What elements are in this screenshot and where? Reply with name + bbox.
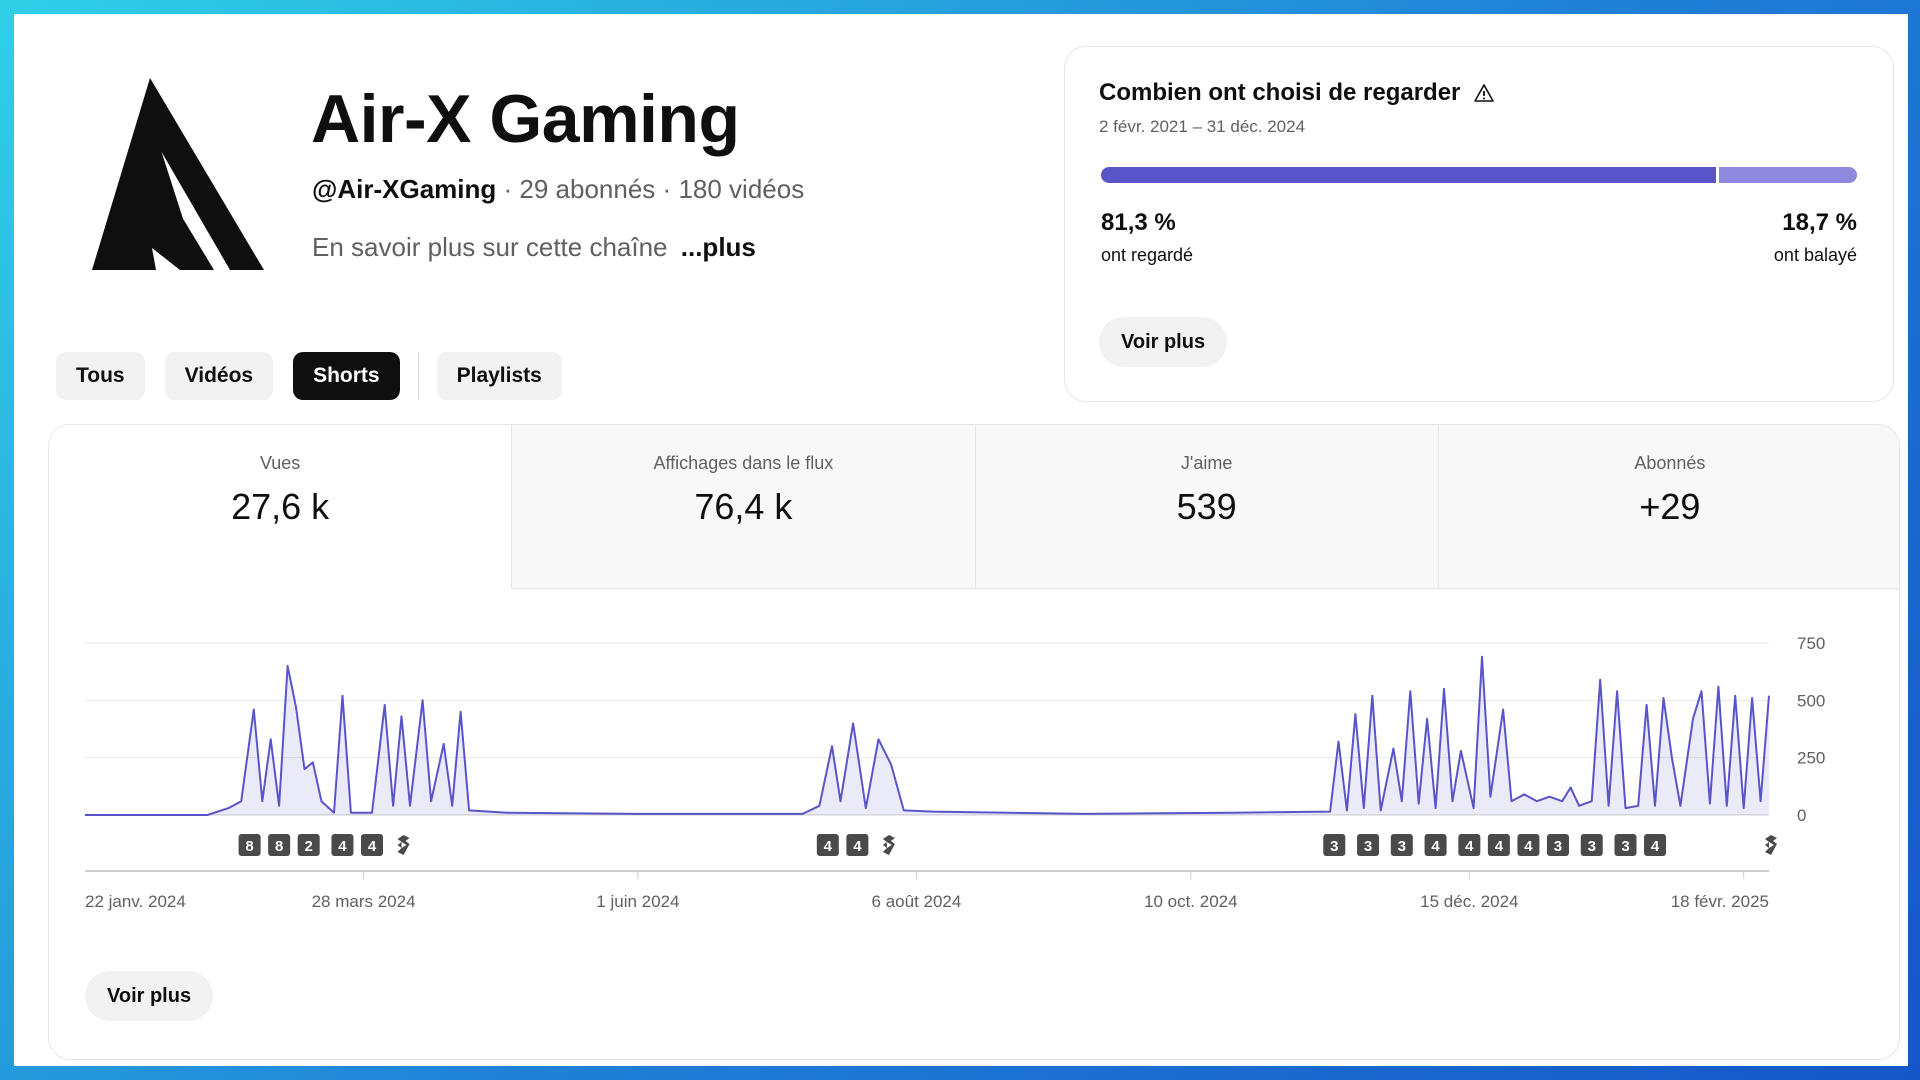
upload-count-label: 4 xyxy=(1524,838,1533,855)
chart-see-more-button[interactable]: Voir plus xyxy=(85,971,214,1021)
retention-title-row: Combien ont choisi de regarder xyxy=(1099,79,1495,107)
tab-divider xyxy=(417,352,419,400)
channel-about[interactable]: En savoir plus sur cette chaîne ...plus xyxy=(312,232,756,263)
x-tick-label: 1 juin 2024 xyxy=(596,892,679,911)
upload-count-label: 3 xyxy=(1398,838,1406,855)
x-tick-label: 6 août 2024 xyxy=(872,892,962,911)
x-tick-label: 18 févr. 2025 xyxy=(1671,892,1769,911)
tab-videos[interactable]: Vidéos xyxy=(164,352,274,400)
y-tick-label: 500 xyxy=(1797,691,1825,710)
shorts-icon xyxy=(882,835,895,855)
shorts-icon xyxy=(1765,835,1777,855)
upload-count-label: 4 xyxy=(338,838,347,855)
x-tick-label: 10 oct. 2024 xyxy=(1144,892,1238,911)
metric-value: +29 xyxy=(1639,486,1701,527)
metric-tabs: Vues 27,6 k Affichages dans le flux 76,4… xyxy=(49,425,1899,589)
upload-count-label: 4 xyxy=(824,838,833,855)
upload-count-label: 3 xyxy=(1554,838,1562,855)
x-tick-label: 28 mars 2024 xyxy=(312,892,416,911)
meta-separator: · xyxy=(503,174,513,204)
watched-bar xyxy=(1101,167,1716,183)
metric-value: 27,6 k xyxy=(231,486,330,527)
meta-separator: · xyxy=(662,174,672,204)
retention-title: Combien ont choisi de regarder xyxy=(1099,79,1461,106)
retention-see-more-button[interactable]: Voir plus xyxy=(1099,317,1228,367)
channel-handle[interactable]: @Air-XGaming xyxy=(312,174,496,204)
y-tick-label: 750 xyxy=(1797,634,1825,653)
upload-count-label: 3 xyxy=(1364,838,1372,855)
upload-count-label: 8 xyxy=(275,838,283,855)
metric-label: Vues xyxy=(259,453,301,473)
upload-count-label: 4 xyxy=(1465,838,1474,855)
about-text: En savoir plus sur cette chaîne xyxy=(312,232,668,262)
tab-shorts[interactable]: Shorts xyxy=(293,352,400,400)
upload-count-label: 3 xyxy=(1621,838,1629,855)
analytics-page: Air-X Gaming @Air-XGaming · 29 abonnés ·… xyxy=(14,14,1908,1066)
x-tick-label: 15 déc. 2024 xyxy=(1420,892,1518,911)
content-type-tabs: Tous Vidéos Shorts Playlists xyxy=(56,352,562,400)
x-tick-label: 22 janv. 2024 xyxy=(85,892,186,911)
retention-card: Combien ont choisi de regarder 2 févr. 2… xyxy=(1064,46,1894,402)
upload-count-label: 4 xyxy=(1431,838,1440,855)
retention-date-range: 2 févr. 2021 – 31 déc. 2024 xyxy=(1099,117,1306,136)
tab-all[interactable]: Tous xyxy=(56,352,145,400)
swiped-bar xyxy=(1718,167,1857,183)
watched-percent: 81,3 % xyxy=(1101,209,1176,236)
subscriber-count: 29 abonnés xyxy=(519,174,656,204)
shorts-icon xyxy=(397,835,410,855)
about-more-link[interactable]: ...plus xyxy=(681,232,756,262)
metric-impressions[interactable]: Affichages dans le flux 76,4 k xyxy=(511,425,975,589)
metric-value: 539 xyxy=(1176,486,1237,527)
y-tick-label: 0 xyxy=(1797,806,1806,825)
upload-count-label: 4 xyxy=(853,838,862,855)
upload-count-label: 3 xyxy=(1588,838,1596,855)
channel-logo xyxy=(92,78,264,270)
upload-count-label: 2 xyxy=(305,838,313,855)
video-count: 180 vidéos xyxy=(678,174,805,204)
metric-label: Affichages dans le flux xyxy=(653,453,834,473)
swiped-label: ont balayé xyxy=(1773,245,1857,265)
views-chart: 750 500 250 0 8 8 2 4 4 4 4 3 3 3 4 4 4 4 3 3 3 4 22 janv. 202… xyxy=(85,634,1825,911)
views-panel: Vues 27,6 k Affichages dans le flux 76,4… xyxy=(48,424,1900,1060)
upload-count-label: 4 xyxy=(1495,838,1504,855)
retention-bar xyxy=(1101,167,1857,183)
views-area xyxy=(85,656,1769,815)
tab-playlists[interactable]: Playlists xyxy=(436,352,562,400)
upload-count-label: 3 xyxy=(1330,838,1338,855)
metric-label: Abonnés xyxy=(1634,453,1706,473)
metric-subscribers[interactable]: Abonnés +29 xyxy=(1437,425,1899,589)
upload-count-label: 8 xyxy=(245,838,253,855)
warning-icon[interactable] xyxy=(1474,83,1495,103)
channel-meta: @Air-XGaming · 29 abonnés · 180 vidéos xyxy=(312,174,804,205)
watched-label: ont regardé xyxy=(1101,245,1194,265)
metric-likes[interactable]: J'aime 539 xyxy=(974,425,1438,589)
metric-views[interactable]: Vues 27,6 k xyxy=(49,425,512,589)
upload-count-label: 4 xyxy=(1651,838,1660,855)
swiped-percent: 18,7 % xyxy=(1782,209,1857,236)
y-tick-label: 250 xyxy=(1797,749,1825,768)
metric-value: 76,4 k xyxy=(694,486,793,527)
channel-name: Air-X Gaming xyxy=(311,81,740,157)
upload-count-label: 4 xyxy=(368,838,377,855)
metric-label: J'aime xyxy=(1180,453,1233,473)
